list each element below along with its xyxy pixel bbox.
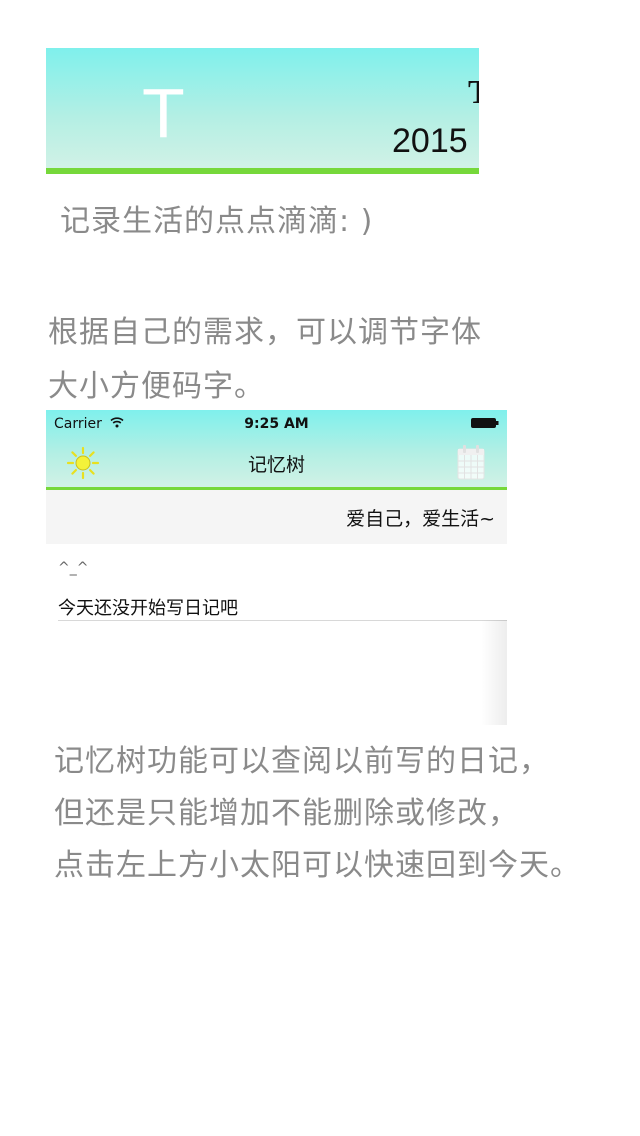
caption-font-size-line2: 大小方便码字。: [48, 369, 265, 404]
banner-title-fragment: T: [468, 76, 479, 110]
caption-font-size-line1: 根据自己的需求，可以调节字体: [48, 315, 482, 350]
nav-title: 记忆树: [247, 454, 305, 476]
banner-letter: T: [142, 74, 185, 152]
banner-accent-bar: [46, 168, 479, 174]
caption-memory-tree-line3: 点击左上方小太阳可以快速回到今天。: [54, 848, 581, 883]
diary-entry-input[interactable]: [58, 596, 507, 621]
calendar-icon[interactable]: [457, 444, 485, 480]
caption-memory-tree-line1: 记忆树功能可以查阅以前写的日记，: [54, 744, 550, 779]
caption-memory-tree-line2: 但还是只能增加不能删除或修改，: [54, 796, 519, 831]
header-banner: T T 2015: [46, 48, 479, 174]
banner-date: 2015: [392, 122, 468, 160]
caption-font-size: 根据自己的需求，可以调节字体 大小方便码字。: [48, 306, 482, 414]
battery-icon: [471, 418, 499, 428]
motto-bar: 爱自己，爱生活~: [46, 490, 507, 544]
caption-record-life: 记录生活的点点滴滴: ): [60, 204, 374, 239]
app-header: Carrier 9:25 AM 记忆树: [46, 410, 507, 490]
edge-shadow: [481, 620, 507, 725]
motto-text: 爱自己，爱生活~: [346, 508, 495, 530]
app-screenshot: Carrier 9:25 AM 记忆树 爱自己，爱生活~ ^_^ 今天还没开始写…: [46, 410, 507, 725]
caption-memory-tree: 记忆树功能可以查阅以前写的日记， 但还是只能增加不能删除或修改， 点击左上方小太…: [54, 736, 581, 892]
emoticon: ^_^: [58, 560, 89, 576]
status-time: 9:25 AM: [244, 416, 309, 432]
